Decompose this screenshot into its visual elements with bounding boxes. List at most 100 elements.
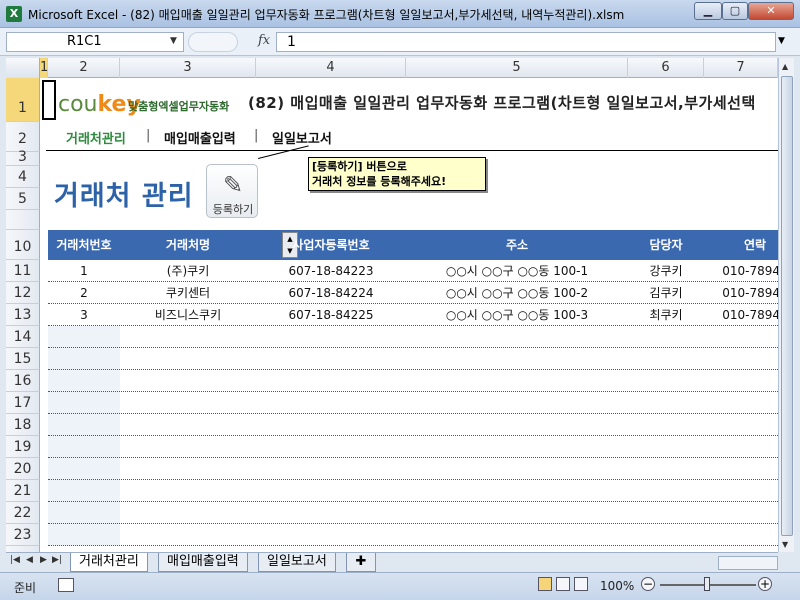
nav-client-management[interactable]: 거래처관리 xyxy=(66,128,126,147)
empty-row[interactable] xyxy=(48,370,778,392)
scroll-thumb[interactable] xyxy=(781,76,793,536)
row-header[interactable]: 12 xyxy=(6,282,40,304)
empty-row[interactable] xyxy=(48,326,778,348)
empty-row[interactable] xyxy=(48,414,778,436)
header-address[interactable]: 주소 xyxy=(406,230,628,260)
sheet-tab-daily-report[interactable]: 일일보고서 xyxy=(258,553,336,572)
row-header[interactable]: 21 xyxy=(6,480,40,502)
page-layout-view-icon[interactable] xyxy=(556,577,570,591)
cell[interactable]: 3 xyxy=(48,304,120,326)
row-header[interactable]: 14 xyxy=(6,326,40,348)
row-header[interactable]: 1 xyxy=(6,78,40,122)
last-sheet-icon[interactable]: ▶| xyxy=(52,555,62,565)
header-business-no[interactable]: 사업자등록번호 xyxy=(256,230,406,260)
cell[interactable]: 607-18-84225 xyxy=(256,304,406,326)
column-header[interactable]: 3 xyxy=(120,58,256,78)
column-header[interactable]: 6 xyxy=(628,58,704,78)
row-header[interactable]: 15 xyxy=(6,348,40,370)
cell[interactable]: 1 xyxy=(48,260,120,282)
cell[interactable]: ○○시 ○○구 ○○동 100-2 xyxy=(406,282,628,304)
scroll-down-icon[interactable]: ▼ xyxy=(782,540,788,549)
vertical-scrollbar[interactable]: ▲ ▼ xyxy=(778,58,794,552)
empty-row[interactable] xyxy=(48,458,778,480)
zoom-level[interactable]: 100% xyxy=(600,579,634,593)
nav-purchase-sales-input[interactable]: 매입매출입력 xyxy=(164,128,236,147)
column-header[interactable]: 2 xyxy=(48,58,120,78)
cell[interactable]: 비즈니스쿠키 xyxy=(120,304,256,326)
fx-icon[interactable]: fx xyxy=(258,33,270,48)
name-box[interactable]: R1C1 xyxy=(6,32,184,52)
cell[interactable]: 607-18-84224 xyxy=(256,282,406,304)
horizontal-scrollbar[interactable] xyxy=(718,556,778,570)
next-sheet-icon[interactable]: ▶ xyxy=(40,555,47,565)
table-row[interactable]: 3 비즈니스쿠키 607-18-84225 ○○시 ○○구 ○○동 100-3 … xyxy=(48,304,778,326)
row-header[interactable]: 20 xyxy=(6,458,40,480)
chevron-down-icon[interactable]: ▼ xyxy=(170,36,177,46)
row-header[interactable]: 23 xyxy=(6,524,40,546)
expand-formula-icon[interactable]: ▼ xyxy=(778,36,785,46)
empty-row[interactable] xyxy=(48,392,778,414)
cell[interactable]: 010-7894 xyxy=(704,282,778,304)
row-header[interactable]: 4 xyxy=(6,166,40,188)
cell[interactable]: ○○시 ○○구 ○○동 100-1 xyxy=(406,260,628,282)
row-header[interactable]: 10 xyxy=(6,230,40,260)
cell[interactable]: 강쿠키 xyxy=(628,260,704,282)
header-contact[interactable]: 연락 xyxy=(704,230,778,260)
empty-row[interactable] xyxy=(48,524,778,546)
row-header[interactable]: 19 xyxy=(6,436,40,458)
cell[interactable]: 607-18-84223 xyxy=(256,260,406,282)
cell[interactable]: 김쿠키 xyxy=(628,282,704,304)
row-header[interactable]: 17 xyxy=(6,392,40,414)
empty-row[interactable] xyxy=(48,348,778,370)
column-header[interactable]: 1 xyxy=(40,58,48,78)
row-header[interactable]: 16 xyxy=(6,370,40,392)
header-manager[interactable]: 담당자 xyxy=(628,230,704,260)
prev-sheet-icon[interactable]: ◀ xyxy=(26,555,33,565)
row-header[interactable]: 5 xyxy=(6,188,40,210)
cell[interactable]: 최쿠키 xyxy=(628,304,704,326)
table-row[interactable]: 1 (주)쿠키 607-18-84223 ○○시 ○○구 ○○동 100-1 강… xyxy=(48,260,778,282)
column-header[interactable]: 4 xyxy=(256,58,406,78)
row-header[interactable]: 2 xyxy=(6,122,40,152)
zoom-in-icon[interactable]: + xyxy=(758,577,772,591)
column-header[interactable]: 5 xyxy=(406,58,628,78)
page-break-view-icon[interactable] xyxy=(574,577,588,591)
scroll-up-icon[interactable]: ▲ xyxy=(782,62,788,71)
active-cell[interactable] xyxy=(42,80,56,120)
cell[interactable]: 010-7894 xyxy=(704,304,778,326)
zoom-slider-thumb[interactable] xyxy=(704,577,710,591)
header-client-name[interactable]: 거래처명 xyxy=(120,230,256,260)
formula-input[interactable]: 1 xyxy=(276,32,776,52)
macro-record-icon[interactable] xyxy=(58,578,74,592)
cell[interactable]: 쿠키센터 xyxy=(120,282,256,304)
close-button[interactable]: ✕ xyxy=(748,2,794,20)
worksheet-grid[interactable]: 1 2 3 4 5 6 7 1 2 3 4 5 10 11 12 13 14 1… xyxy=(6,58,778,552)
row-header[interactable] xyxy=(6,210,40,230)
row-header[interactable]: 13 xyxy=(6,304,40,326)
column-header[interactable]: 7 xyxy=(704,58,778,78)
row-header[interactable]: 22 xyxy=(6,502,40,524)
first-sheet-icon[interactable]: |◀ xyxy=(10,555,20,565)
normal-view-icon[interactable] xyxy=(538,577,552,591)
table-row[interactable]: 2 쿠키센터 607-18-84224 ○○시 ○○구 ○○동 100-2 김쿠… xyxy=(48,282,778,304)
header-client-no[interactable]: 거래처번호 xyxy=(48,230,120,260)
row-header[interactable]: 3 xyxy=(6,150,40,166)
cell[interactable]: ○○시 ○○구 ○○동 100-3 xyxy=(406,304,628,326)
sheet-tab-client-management[interactable]: 거래처관리 xyxy=(70,553,148,572)
maximize-button[interactable]: ▢ xyxy=(722,2,748,20)
empty-row[interactable] xyxy=(48,436,778,458)
select-all-corner[interactable] xyxy=(6,58,40,78)
sheet-tab-purchase-sales-input[interactable]: 매입매출입력 xyxy=(158,553,248,572)
row-header[interactable]: 18 xyxy=(6,414,40,436)
cell[interactable]: 2 xyxy=(48,282,120,304)
cell[interactable]: 010-7894 xyxy=(704,260,778,282)
new-sheet-icon[interactable]: ✚ xyxy=(346,553,376,572)
nav-daily-report[interactable]: 일일보고서 xyxy=(272,128,332,147)
cell[interactable]: (주)쿠키 xyxy=(120,260,256,282)
minimize-button[interactable]: ▁ xyxy=(694,2,722,20)
register-button[interactable]: ✎ 등록하기 xyxy=(206,164,258,218)
row-header[interactable]: 11 xyxy=(6,260,40,282)
zoom-out-icon[interactable]: − xyxy=(641,577,655,591)
empty-row[interactable] xyxy=(48,502,778,524)
empty-row[interactable] xyxy=(48,480,778,502)
